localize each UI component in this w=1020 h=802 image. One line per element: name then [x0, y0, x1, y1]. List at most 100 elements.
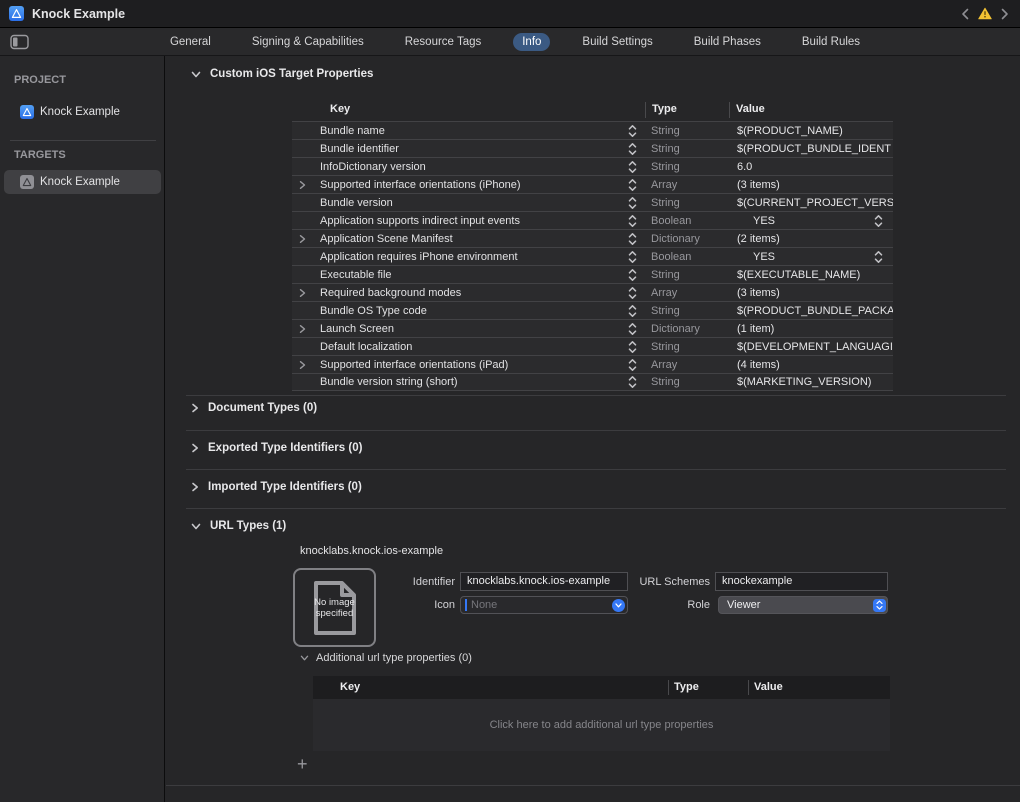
property-row[interactable]: Application supports indirect input even… [292, 211, 893, 229]
property-type-cell[interactable]: String [645, 197, 737, 209]
property-row[interactable]: Bundle name String $(PRODUCT_NAME) [292, 121, 893, 139]
tab-general[interactable]: General [161, 33, 220, 51]
sidebar-toggle-icon[interactable] [10, 34, 29, 50]
key-stepper-icon[interactable] [628, 215, 637, 227]
section-exported-type-identifiers[interactable]: Exported Type Identifiers (0) [191, 442, 362, 454]
property-value-cell[interactable]: (4 items) [737, 356, 893, 373]
property-type-cell[interactable]: String [645, 376, 737, 388]
property-row[interactable]: Launch Screen Dictionary (1 item) [292, 319, 893, 337]
property-type-cell[interactable]: String [645, 305, 737, 317]
property-value-cell[interactable]: $(MARKETING_VERSION) [737, 374, 893, 390]
disclosure-chevron-icon[interactable] [299, 324, 306, 333]
back-chevron-icon[interactable] [958, 6, 972, 22]
url-schemes-field[interactable]: knockexample [715, 572, 888, 591]
property-key-cell[interactable]: Supported interface orientations (iPhone… [292, 179, 645, 191]
property-value-cell[interactable]: $(CURRENT_PROJECT_VERS [737, 194, 893, 211]
property-type-cell[interactable]: String [645, 161, 737, 173]
sidebar-item-project-knock-example[interactable]: Knock Example [4, 100, 161, 124]
property-value-cell[interactable]: (1 item) [737, 320, 893, 337]
property-row[interactable]: Required background modes Array (3 items… [292, 283, 893, 301]
property-row[interactable]: Bundle version string (short) String $(M… [292, 373, 893, 391]
add-url-type-button[interactable]: + [297, 756, 308, 772]
property-key-cell[interactable]: InfoDictionary version [292, 161, 645, 173]
section-document-types[interactable]: Document Types (0) [191, 402, 317, 414]
key-stepper-icon[interactable] [628, 287, 637, 299]
property-row[interactable]: Bundle OS Type code String $(PRODUCT_BUN… [292, 301, 893, 319]
property-row[interactable]: Supported interface orientations (iPad) … [292, 355, 893, 373]
key-stepper-icon[interactable] [628, 233, 637, 245]
property-value-cell[interactable]: $(PRODUCT_NAME) [737, 122, 893, 139]
property-type-cell[interactable]: String [645, 125, 737, 137]
property-type-cell[interactable]: Array [645, 359, 737, 371]
property-key-cell[interactable]: Supported interface orientations (iPad) [292, 359, 645, 371]
property-key-cell[interactable]: Default localization [292, 341, 645, 353]
key-stepper-icon[interactable] [628, 197, 637, 209]
property-row[interactable]: Supported interface orientations (iPhone… [292, 175, 893, 193]
sidebar-item-target-knock-example[interactable]: Knock Example [4, 170, 161, 194]
key-stepper-icon[interactable] [628, 251, 637, 263]
property-key-cell[interactable]: Application requires iPhone environment [292, 251, 645, 263]
property-key-cell[interactable]: Bundle version string (short) [292, 376, 645, 388]
disclosure-chevron-icon[interactable] [299, 180, 306, 189]
property-key-cell[interactable]: Bundle OS Type code [292, 305, 645, 317]
property-type-cell[interactable]: Array [645, 179, 737, 191]
property-row[interactable]: Application requires iPhone environment … [292, 247, 893, 265]
role-popup-button[interactable]: Viewer [718, 596, 888, 614]
disclosure-chevron-icon[interactable] [299, 360, 306, 369]
tab-build-rules[interactable]: Build Rules [793, 33, 869, 51]
property-value-cell[interactable]: $(EXECUTABLE_NAME) [737, 266, 893, 283]
key-stepper-icon[interactable] [628, 143, 637, 155]
property-type-cell[interactable]: Dictionary [645, 233, 737, 245]
additional-url-type-properties-header[interactable]: Additional url type properties (0) [300, 652, 472, 664]
property-key-cell[interactable]: Application Scene Manifest [292, 233, 645, 245]
value-popup-stepper-icon[interactable] [874, 250, 883, 263]
warning-triangle-icon[interactable] [978, 6, 992, 22]
disclosure-chevron-icon[interactable] [299, 288, 306, 297]
property-type-cell[interactable]: String [645, 269, 737, 281]
key-stepper-icon[interactable] [628, 323, 637, 335]
property-value-cell[interactable]: (3 items) [737, 176, 893, 193]
forward-chevron-icon[interactable] [998, 6, 1012, 22]
property-type-cell[interactable]: Boolean [645, 251, 737, 263]
property-value-cell[interactable]: (3 items) [737, 284, 893, 301]
property-row[interactable]: Executable file String $(EXECUTABLE_NAME… [292, 265, 893, 283]
property-value-cell[interactable]: YES [737, 248, 893, 265]
key-stepper-icon[interactable] [628, 179, 637, 191]
property-row[interactable]: InfoDictionary version String 6.0 [292, 157, 893, 175]
property-type-cell[interactable]: String [645, 341, 737, 353]
key-stepper-icon[interactable] [628, 376, 637, 388]
property-row[interactable]: Bundle version String $(CURRENT_PROJECT_… [292, 193, 893, 211]
section-imported-type-identifiers[interactable]: Imported Type Identifiers (0) [191, 481, 362, 493]
property-type-cell[interactable]: Array [645, 287, 737, 299]
section-custom-ios-target-properties[interactable]: Custom iOS Target Properties [191, 68, 373, 80]
property-key-cell[interactable]: Bundle name [292, 125, 645, 137]
property-type-cell[interactable]: String [645, 143, 737, 155]
key-stepper-icon[interactable] [628, 341, 637, 353]
section-url-types[interactable]: URL Types (1) [191, 520, 286, 532]
add-additional-properties-placeholder[interactable]: Click here to add additional url type pr… [313, 699, 890, 751]
property-type-cell[interactable]: Dictionary [645, 323, 737, 335]
key-stepper-icon[interactable] [628, 269, 637, 281]
property-key-cell[interactable]: Bundle identifier [292, 143, 645, 155]
key-stepper-icon[interactable] [628, 161, 637, 173]
property-key-cell[interactable]: Required background modes [292, 287, 645, 299]
property-key-cell[interactable]: Launch Screen [292, 323, 645, 335]
disclosure-chevron-icon[interactable] [299, 234, 306, 243]
property-value-cell[interactable]: $(PRODUCT_BUNDLE_IDENT [737, 140, 893, 157]
key-stepper-icon[interactable] [628, 359, 637, 371]
property-value-cell[interactable]: YES [737, 212, 893, 229]
tab-signing-capabilities[interactable]: Signing & Capabilities [243, 33, 373, 51]
tab-build-phases[interactable]: Build Phases [685, 33, 770, 51]
property-row[interactable]: Default localization String $(DEVELOPMEN… [292, 337, 893, 355]
property-row[interactable]: Bundle identifier String $(PRODUCT_BUNDL… [292, 139, 893, 157]
key-stepper-icon[interactable] [628, 305, 637, 317]
property-value-cell[interactable]: 6.0 [737, 158, 893, 175]
property-key-cell[interactable]: Executable file [292, 269, 645, 281]
value-popup-stepper-icon[interactable] [874, 214, 883, 227]
property-key-cell[interactable]: Bundle version [292, 197, 645, 209]
property-type-cell[interactable]: Boolean [645, 215, 737, 227]
tab-resource-tags[interactable]: Resource Tags [396, 33, 491, 51]
tab-info[interactable]: Info [513, 33, 550, 51]
property-value-cell[interactable]: (2 items) [737, 230, 893, 247]
property-key-cell[interactable]: Application supports indirect input even… [292, 215, 645, 227]
